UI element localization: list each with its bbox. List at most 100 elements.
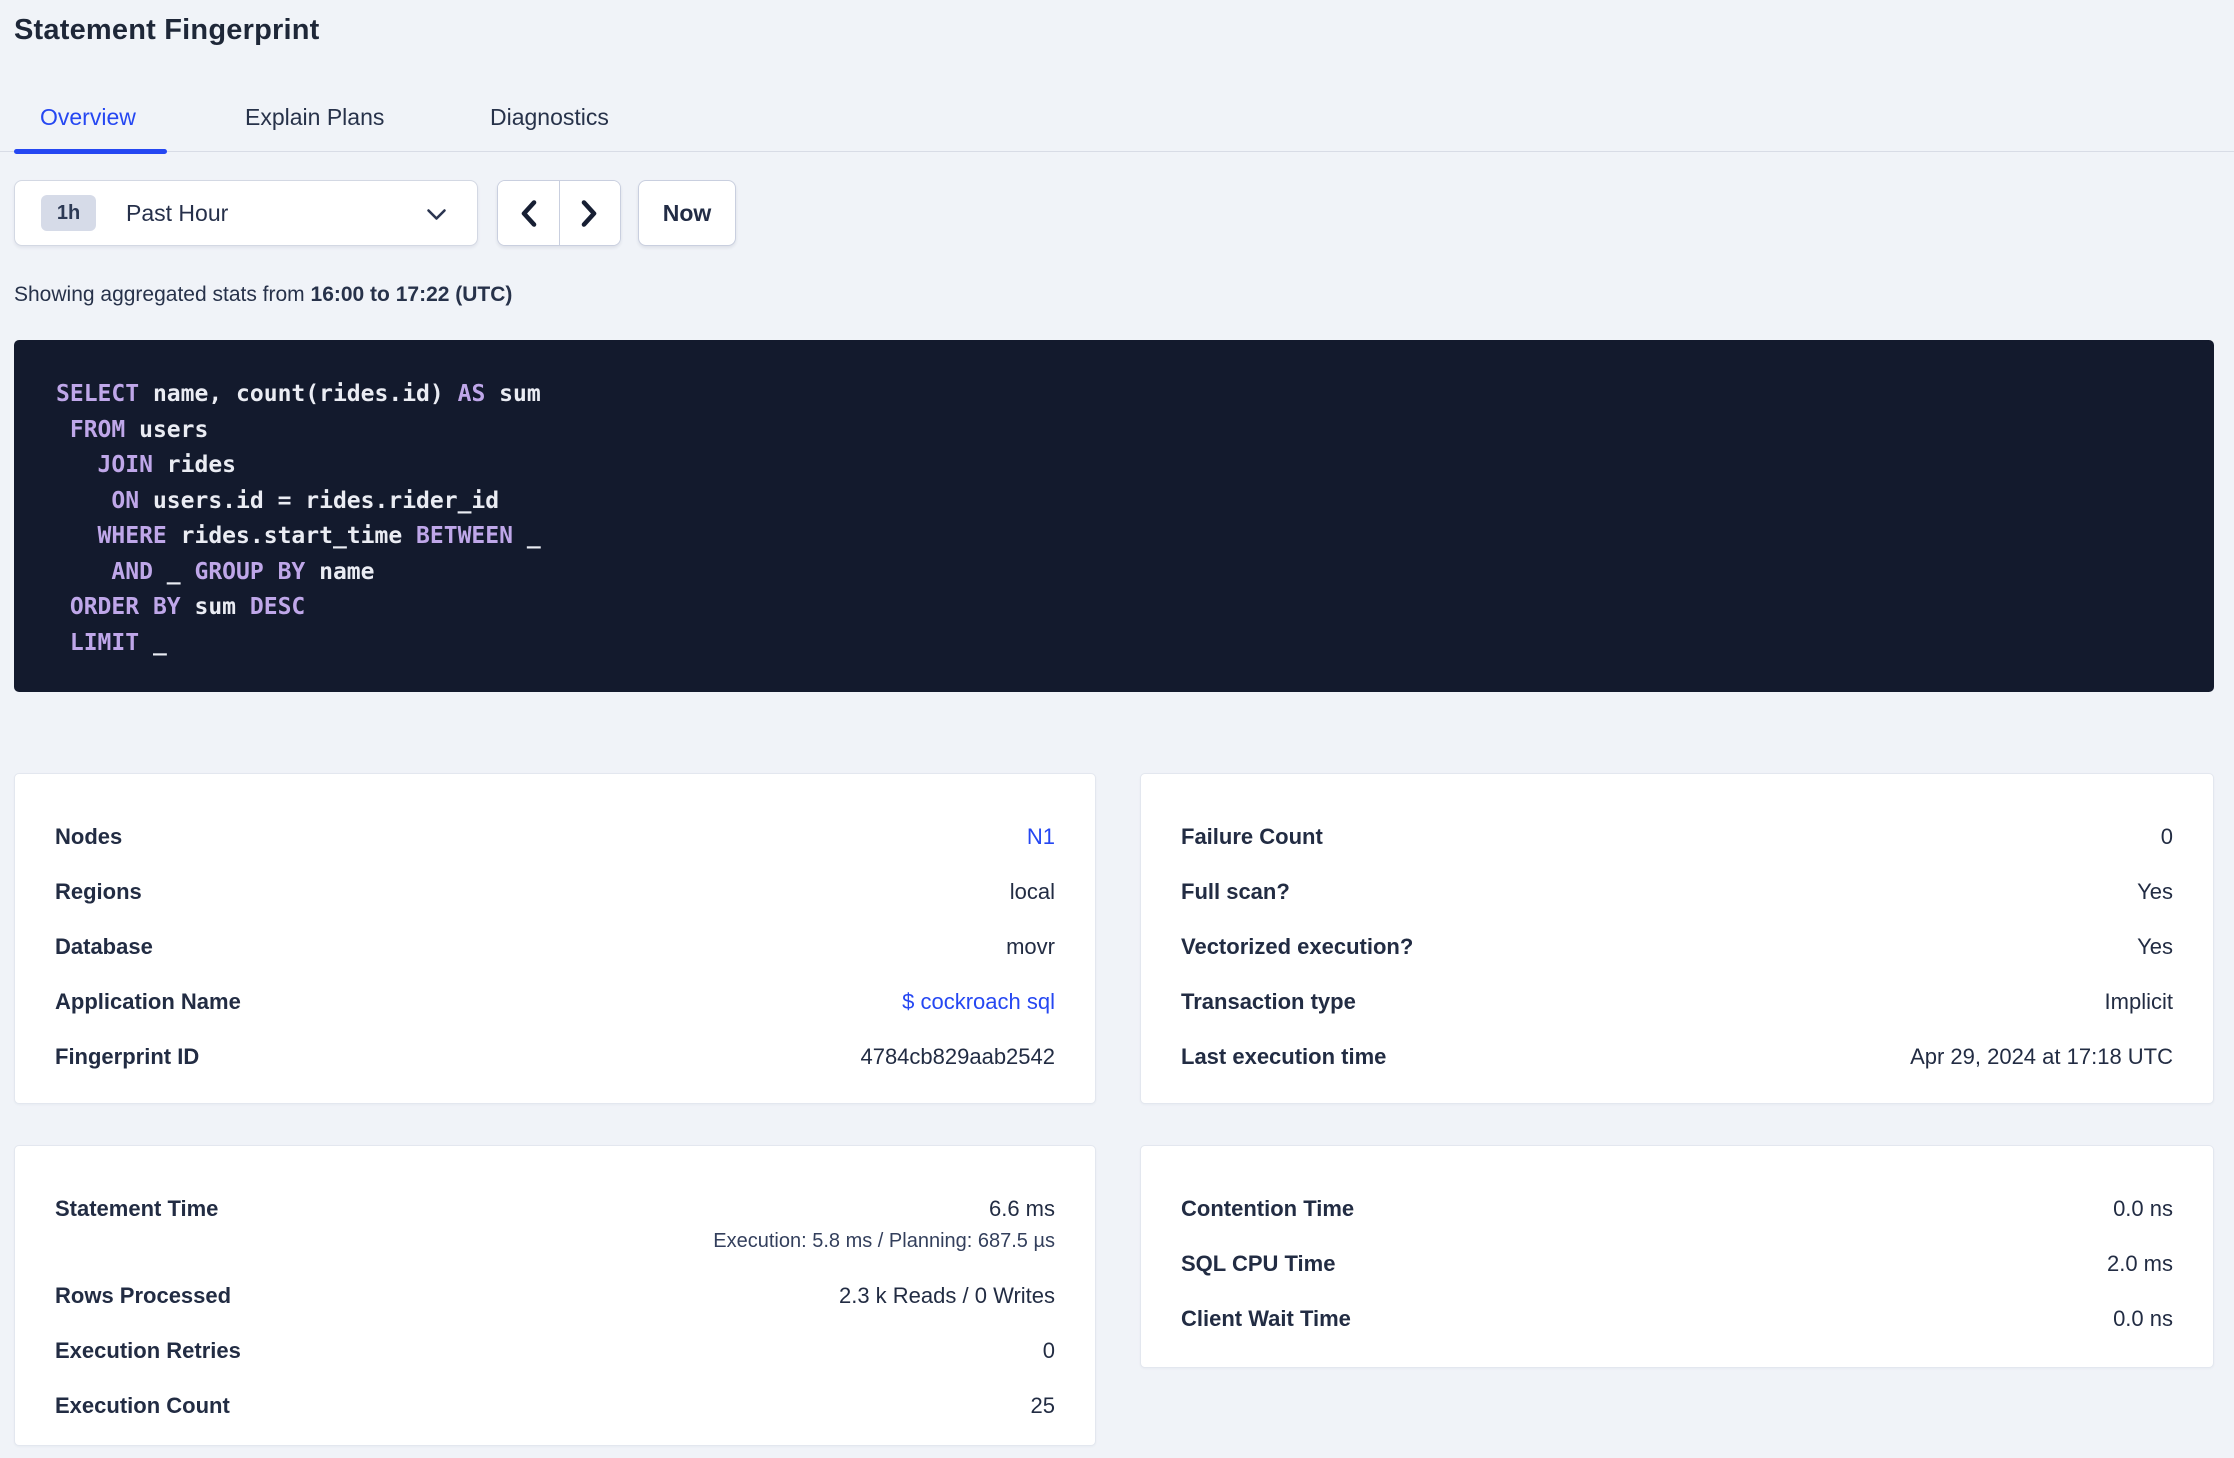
info-value: movr — [1006, 934, 1055, 959]
sql-keyword: DESC — [249, 594, 306, 620]
tab-overview[interactable]: Overview — [40, 104, 136, 131]
sql-statement-box: SELECT name, count(rides.id) AS sum FROM… — [14, 340, 2214, 692]
info-row: Execution Retries 0 — [15, 1338, 1095, 1363]
info-value: 0.0 ns — [2113, 1306, 2173, 1331]
sql-keyword: AND — [111, 558, 153, 585]
info-row: Statement Time 6.6 ms Execution: 5.8 ms / … — [15, 1196, 1095, 1253]
execution-attributes-card: Failure Count 0 Full scan? Yes Vectorized ex… — [1140, 773, 2214, 1104]
info-value: Yes — [2137, 934, 2173, 959]
info-label: Statement Time — [55, 1196, 219, 1221]
info-value: local — [1009, 879, 1055, 904]
info-row: Failure Count 0 — [1141, 824, 2213, 849]
info-row: Nodes N1 — [15, 824, 1095, 849]
info-label: SQL CPU Time — [1181, 1251, 1336, 1276]
info-label: Client Wait Time — [1181, 1306, 1351, 1331]
info-row: Fingerprint ID 4784cb829aab2542 — [15, 1044, 1095, 1069]
info-row: Contention Time 0.0 ns — [1141, 1196, 2213, 1221]
sql-line: LIMIT _ — [56, 626, 2172, 662]
tab-explain-plans[interactable]: Explain Plans — [245, 104, 384, 131]
info-value: 6.6 ms Execution: 5.8 ms / Planning: 687.… — [713, 1196, 1055, 1252]
info-label: Vectorized execution? — [1181, 934, 1414, 959]
sql-text: _ — [152, 558, 195, 585]
time-pager — [497, 180, 621, 246]
tab-bar: Overview Explain Plans Diagnostics — [0, 92, 2234, 154]
sql-keyword: AS — [457, 381, 486, 407]
sql-text: rides — [152, 452, 237, 478]
info-row: Execution Count 25 — [15, 1393, 1095, 1418]
statement-fingerprint-page: Statement Fingerprint Overview Explain P… — [0, 0, 2234, 1458]
time-prev-button[interactable] — [498, 181, 560, 245]
info-label: Execution Count — [55, 1393, 230, 1418]
info-row: Transaction type Implicit — [1141, 989, 2213, 1014]
sql-text: _ — [139, 629, 167, 656]
sql-keyword: LIMIT — [69, 629, 140, 656]
sql-line: WHERE rides.start_time BETWEEN _ — [56, 519, 2172, 555]
info-row: Rows Processed 2.3 k Reads / 0 Writes — [15, 1283, 1095, 1308]
aggregation-note: Showing aggregated stats from 16:00 to 1… — [14, 283, 512, 307]
info-label: Full scan? — [1181, 879, 1290, 904]
info-value-link[interactable]: $ cockroach sql — [902, 989, 1055, 1014]
sql-line: JOIN rides — [56, 448, 2172, 484]
sql-line: AND _ GROUP BY name — [56, 555, 2172, 591]
sql-keyword: BETWEEN — [416, 523, 513, 549]
tab-diagnostics[interactable]: Diagnostics — [490, 104, 609, 131]
info-value: Implicit — [2104, 989, 2173, 1014]
info-value: 2.0 ms — [2106, 1251, 2173, 1276]
sql-text: name, count(rides.id) — [139, 381, 458, 407]
info-label: Application Name — [55, 989, 241, 1014]
info-label: Last execution time — [1181, 1044, 1387, 1069]
time-range-dropdown[interactable]: 1h Past Hour — [14, 180, 478, 246]
info-row: Last execution time Apr 29, 2024 at 17:18… — [1141, 1044, 2213, 1069]
info-value: 0.0 ns — [2113, 1196, 2173, 1221]
sql-keyword: GROUP BY — [194, 558, 306, 585]
sql-statement: SELECT name, count(rides.id) AS sum FROM… — [56, 377, 2172, 661]
info-row: Application Name $ cockroach sql — [15, 989, 1095, 1014]
info-label: Execution Retries — [55, 1338, 241, 1363]
info-value: 0 — [1042, 1338, 1055, 1363]
info-row: Vectorized execution? Yes — [1141, 934, 2213, 959]
chevron-right-icon — [581, 199, 597, 227]
active-tab-indicator — [14, 149, 167, 154]
info-value: 4784cb829aab2542 — [860, 1044, 1055, 1069]
statement-times-card: Statement Time 6.6 ms Execution: 5.8 ms / … — [14, 1145, 1096, 1446]
sql-text: users.id = rides.rider_id — [139, 487, 500, 514]
sql-line: ON users.id = rides.rider_id — [56, 484, 2172, 520]
sql-keyword: SELECT — [56, 381, 140, 407]
page-title: Statement Fingerprint — [14, 14, 320, 46]
aggregation-note-range: 16:00 to 17:22 (UTC) — [310, 283, 513, 306]
info-row: Regions local — [15, 879, 1095, 904]
info-label: Contention Time — [1181, 1196, 1355, 1221]
info-row: Client Wait Time 0.0 ns — [1141, 1306, 2213, 1331]
now-button[interactable]: Now — [638, 180, 736, 246]
wait-times-card: Contention Time 0.0 ns SQL CPU Time 2.0 ms C… — [1140, 1145, 2214, 1368]
info-label: Regions — [55, 879, 142, 904]
sql-text: sum — [485, 381, 541, 407]
chevron-left-icon — [521, 199, 537, 227]
info-value-link[interactable]: N1 — [1027, 824, 1055, 849]
chevron-down-icon — [427, 209, 446, 220]
info-value: Apr 29, 2024 at 17:18 UTC — [1910, 1044, 2173, 1069]
sql-text: rides.start_time — [166, 523, 417, 549]
sql-keyword: ORDER BY — [69, 594, 181, 620]
info-value: 2.3 k Reads / 0 Writes — [838, 1283, 1055, 1308]
info-label: Rows Processed — [55, 1283, 232, 1308]
time-next-button[interactable] — [559, 181, 620, 245]
info-row: SQL CPU Time 2.0 ms — [1141, 1251, 2213, 1276]
sql-text: _ — [512, 523, 541, 549]
sql-keyword: FROM — [69, 416, 126, 443]
sql-text: sum — [180, 594, 250, 620]
info-label: Nodes — [55, 824, 123, 849]
sql-line: SELECT name, count(rides.id) AS sum — [56, 377, 2172, 413]
sql-text: name — [305, 558, 375, 585]
time-range-badge: 1h — [41, 195, 96, 231]
sql-line: FROM users — [56, 413, 2172, 449]
aggregation-note-prefix: Showing aggregated stats from — [14, 283, 311, 306]
info-label: Transaction type — [1181, 989, 1356, 1014]
